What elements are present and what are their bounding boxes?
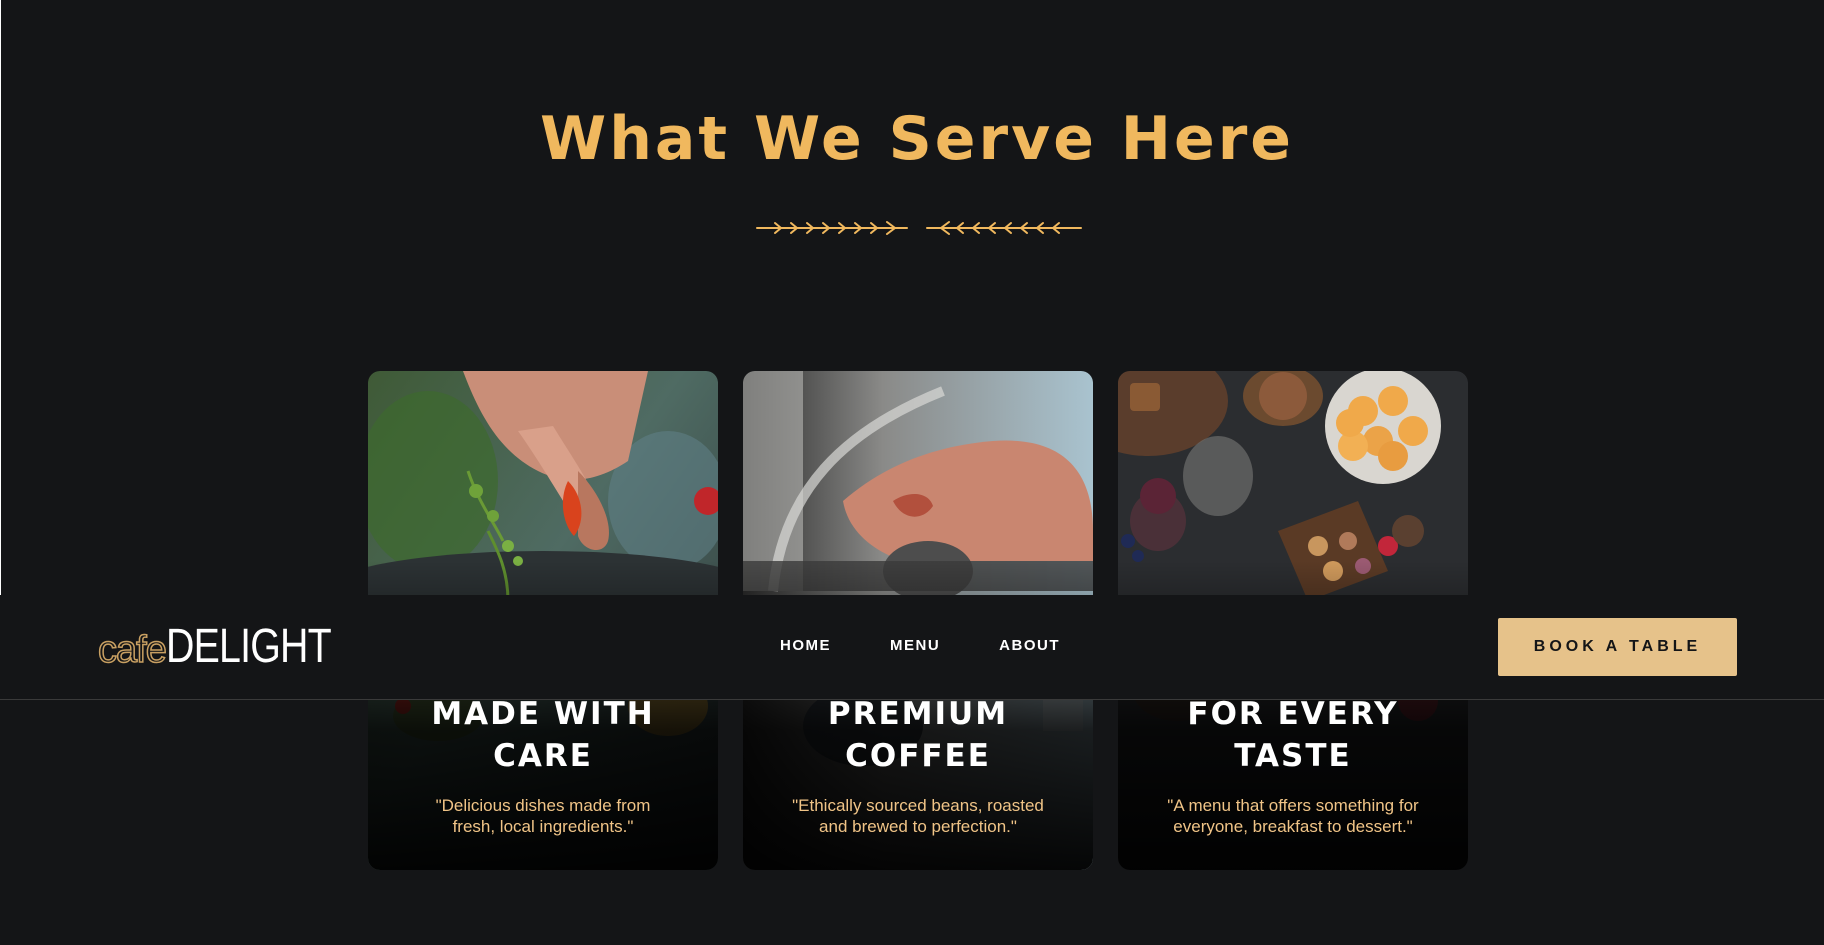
card-description: "Delicious dishes made from fresh, local … bbox=[435, 796, 651, 836]
card-description: "A menu that offers something for everyon… bbox=[1167, 796, 1419, 836]
nav-link-menu[interactable]: MENU bbox=[890, 637, 940, 654]
nav-link-about[interactable]: ABOUT bbox=[999, 637, 1060, 654]
card-title: FOR EVERY TASTE bbox=[1187, 696, 1399, 774]
logo[interactable]: cafeDELIGHT bbox=[97, 619, 367, 679]
logo-delight-text: DELIGHT bbox=[165, 620, 332, 673]
card-description: "Ethically sourced beans, roasted and bre… bbox=[792, 796, 1044, 836]
page-left-border bbox=[0, 0, 1, 595]
book-a-table-button[interactable]: BOOK A TABLE bbox=[1498, 618, 1737, 676]
nav-links: HOME MENU ABOUT bbox=[780, 637, 1119, 654]
nav-link-home[interactable]: HOME bbox=[780, 637, 831, 654]
card-title: MADE WITH CARE bbox=[431, 696, 655, 774]
navbar: cafeDELIGHT HOME MENU ABOUT BOOK A TABLE bbox=[0, 595, 1824, 700]
arrow-divider-icon bbox=[756, 221, 1082, 235]
section-title: What We Serve Here bbox=[540, 104, 1294, 174]
logo-cafe-text: cafe bbox=[97, 628, 167, 672]
card-title: PREMIUM COFFEE bbox=[827, 696, 1009, 774]
